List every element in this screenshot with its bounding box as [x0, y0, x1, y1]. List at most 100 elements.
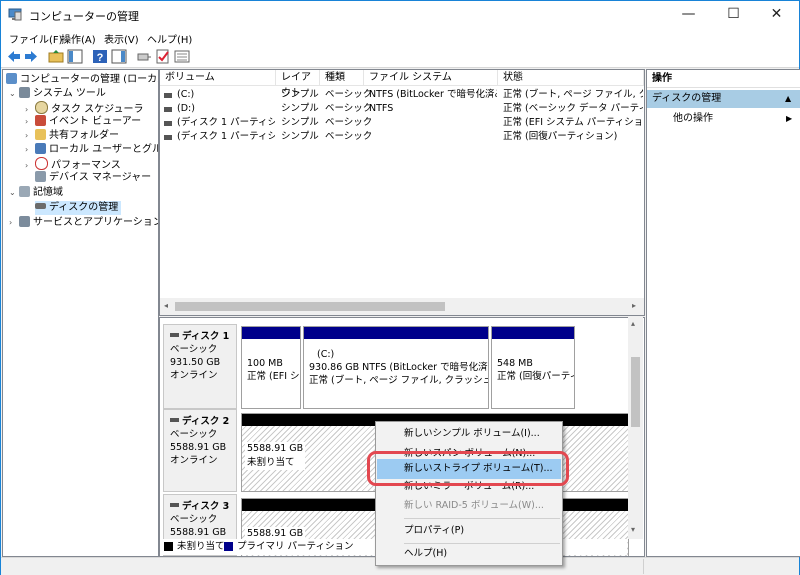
tree-label: パフォーマンス — [51, 160, 121, 171]
tree-performance[interactable]: › パフォーマンス — [25, 157, 121, 171]
cell-type: ベーシック — [325, 117, 373, 128]
cell-layout: シンプル — [281, 89, 319, 100]
disk-status: オンライン — [170, 370, 218, 381]
menu-item-new-raid5-volume[interactable]: 新しい RAID-5 ボリューム(W)... — [377, 496, 561, 516]
window-title: コンピューターの管理 — [29, 10, 139, 23]
tree-local-users[interactable]: › ローカル ユーザーとグループ — [25, 143, 158, 157]
volume-icon — [164, 107, 172, 112]
menu-view[interactable]: 表示(V) — [104, 31, 139, 46]
partition-status: 正常 (回復パーティ — [497, 371, 575, 382]
cell-filesystem — [369, 130, 497, 144]
horizontal-scrollbar[interactable]: ◂ ▸ — [160, 298, 644, 315]
column-header-layout[interactable]: レイアウト — [276, 70, 320, 99]
tree-shared-folders[interactable]: › 共有フォルダー — [25, 129, 119, 143]
cell-layout: シンプル — [281, 131, 319, 142]
column-header-type[interactable]: 種類 — [320, 70, 364, 86]
back-arrow-icon[interactable] — [6, 49, 22, 64]
cell-type: ベーシック — [325, 103, 373, 114]
tree-device-manager[interactable]: デバイス マネージャー — [35, 171, 151, 185]
cell-status: 正常 (EFI システム パーティション) — [503, 117, 643, 128]
highlight-callout — [367, 451, 569, 486]
expanded-arrow-icon[interactable]: ⌄ — [9, 87, 19, 101]
scroll-up-icon[interactable]: ▴ — [631, 319, 635, 328]
disk-map-vertical-scrollbar[interactable]: ▴ ▾ — [628, 317, 643, 539]
users-icon — [35, 143, 46, 154]
menu-help[interactable]: ヘルプ(H) — [147, 31, 192, 46]
actions-more[interactable]: 他の操作 ▶ — [647, 110, 800, 128]
tree-root[interactable]: コンピューターの管理 (ローカル) — [6, 73, 158, 87]
tree-services-apps[interactable]: › サービスとアプリケーション — [9, 216, 158, 230]
actions-more-label: 他の操作 — [673, 113, 713, 124]
legend-swatch-unallocated — [164, 542, 173, 551]
cell-volume: (D:) — [177, 103, 195, 114]
minimize-button[interactable]: — — [666, 1, 711, 28]
storage-icon — [19, 186, 30, 197]
services-icon — [19, 216, 30, 227]
window-list-icon[interactable] — [174, 49, 190, 64]
collapsed-arrow-icon[interactable]: › — [25, 143, 35, 157]
disk-status: オンライン — [170, 455, 218, 466]
connect-icon[interactable] — [136, 49, 152, 64]
svg-text:?: ? — [97, 52, 104, 64]
collapse-up-icon[interactable]: ▲ — [785, 90, 791, 108]
menu-item-new-simple-volume[interactable]: 新しいシンプル ボリューム(I)... — [377, 424, 561, 444]
maximize-button[interactable]: ☐ — [711, 1, 756, 28]
tree-task-scheduler[interactable]: › タスク スケジューラ — [25, 101, 143, 115]
volume-icon — [164, 121, 172, 126]
collapsed-arrow-icon[interactable]: › — [25, 129, 35, 143]
toolbox-icon — [19, 87, 30, 98]
disk-type: ベーシック — [170, 429, 218, 440]
up-folder-icon[interactable] — [48, 49, 64, 64]
collapsed-arrow-icon[interactable]: › — [25, 115, 35, 129]
disk-2-info[interactable]: ディスク 2 ベーシック 5588.91 GB オンライン — [163, 409, 237, 492]
show-hide-action-pane-icon[interactable] — [111, 49, 127, 64]
menu-action[interactable]: 操作(A) — [61, 31, 96, 46]
cell-filesystem: NTFS (BitLocker で暗号化済み) — [369, 89, 497, 100]
cell-status: 正常 (ブート, ページ ファイル, クラッシュ — [503, 89, 643, 100]
menu-item-properties[interactable]: プロパティ(P) — [377, 521, 561, 541]
collapsed-arrow-icon[interactable]: › — [25, 159, 35, 173]
partition-status: 正常 (ブート, ページ ファイル, クラッシュ ダンプ, ベ — [309, 375, 489, 386]
tree-storage[interactable]: ⌄ 記憶域 — [9, 186, 63, 200]
disk-size: 931.50 GB — [170, 357, 221, 368]
horizontal-scroll-thumb[interactable] — [175, 302, 445, 311]
actions-section-disk-management[interactable]: ディスクの管理 ▲ — [647, 90, 800, 108]
disk-1-info[interactable]: ディスク 1 ベーシック 931.50 GB オンライン — [163, 324, 237, 409]
expanded-arrow-icon[interactable]: ⌄ — [9, 186, 19, 200]
column-header-status[interactable]: 状態 — [498, 70, 644, 86]
vertical-scroll-thumb[interactable] — [631, 357, 640, 427]
disk-drive-icon — [35, 203, 46, 209]
menu-item-help[interactable]: ヘルプ(H) — [377, 544, 561, 564]
tree-label: ローカル ユーザーとグループ — [49, 144, 158, 155]
cell-status: 正常 (ベーシック データ パーティション) — [503, 103, 643, 114]
event-viewer-icon — [35, 115, 46, 126]
tree-event-viewer[interactable]: › イベント ビューアー — [25, 115, 141, 129]
tree-label: タスク スケジューラ — [51, 104, 144, 115]
partition-efi[interactable]: 100 MB 正常 (EFI シ — [241, 326, 301, 409]
close-button[interactable]: ✕ — [754, 1, 799, 28]
cell-filesystem: NTFS — [369, 103, 394, 114]
show-hide-tree-icon[interactable] — [67, 49, 83, 64]
volume-icon — [164, 135, 172, 140]
disk-type: ベーシック — [170, 514, 218, 525]
partition-recovery[interactable]: 548 MB 正常 (回復パーティ — [491, 326, 575, 409]
scroll-right-icon[interactable]: ▸ — [632, 301, 636, 310]
scroll-left-icon[interactable]: ◂ — [164, 301, 168, 310]
collapsed-arrow-icon[interactable]: › — [9, 216, 19, 230]
partition-size: 100 MB — [247, 358, 283, 369]
column-header-volume[interactable]: ボリューム — [160, 70, 276, 86]
device-manager-icon — [35, 171, 46, 182]
column-header-filesystem[interactable]: ファイル システム — [364, 70, 498, 86]
forward-arrow-icon[interactable] — [23, 49, 39, 64]
help-icon[interactable]: ? — [92, 49, 108, 64]
menu-file[interactable]: ファイル(F) — [9, 31, 63, 46]
check-properties-icon[interactable] — [155, 49, 171, 64]
scroll-down-icon[interactable]: ▾ — [631, 525, 635, 534]
tree-disk-management[interactable]: ディスクの管理 — [35, 201, 122, 215]
tree-label: システム ツール — [33, 88, 106, 99]
partition-c[interactable]: (C:) 930.86 GB NTFS (BitLocker で暗号化済み) 正常 … — [303, 326, 489, 409]
tree-system-tools[interactable]: ⌄ システム ツール — [9, 87, 106, 101]
partition-status: 未割り当て — [247, 457, 295, 468]
actions-section-label: ディスクの管理 — [652, 93, 722, 104]
cell-volume: (ディスク 1 パーティション 4) — [177, 131, 275, 142]
